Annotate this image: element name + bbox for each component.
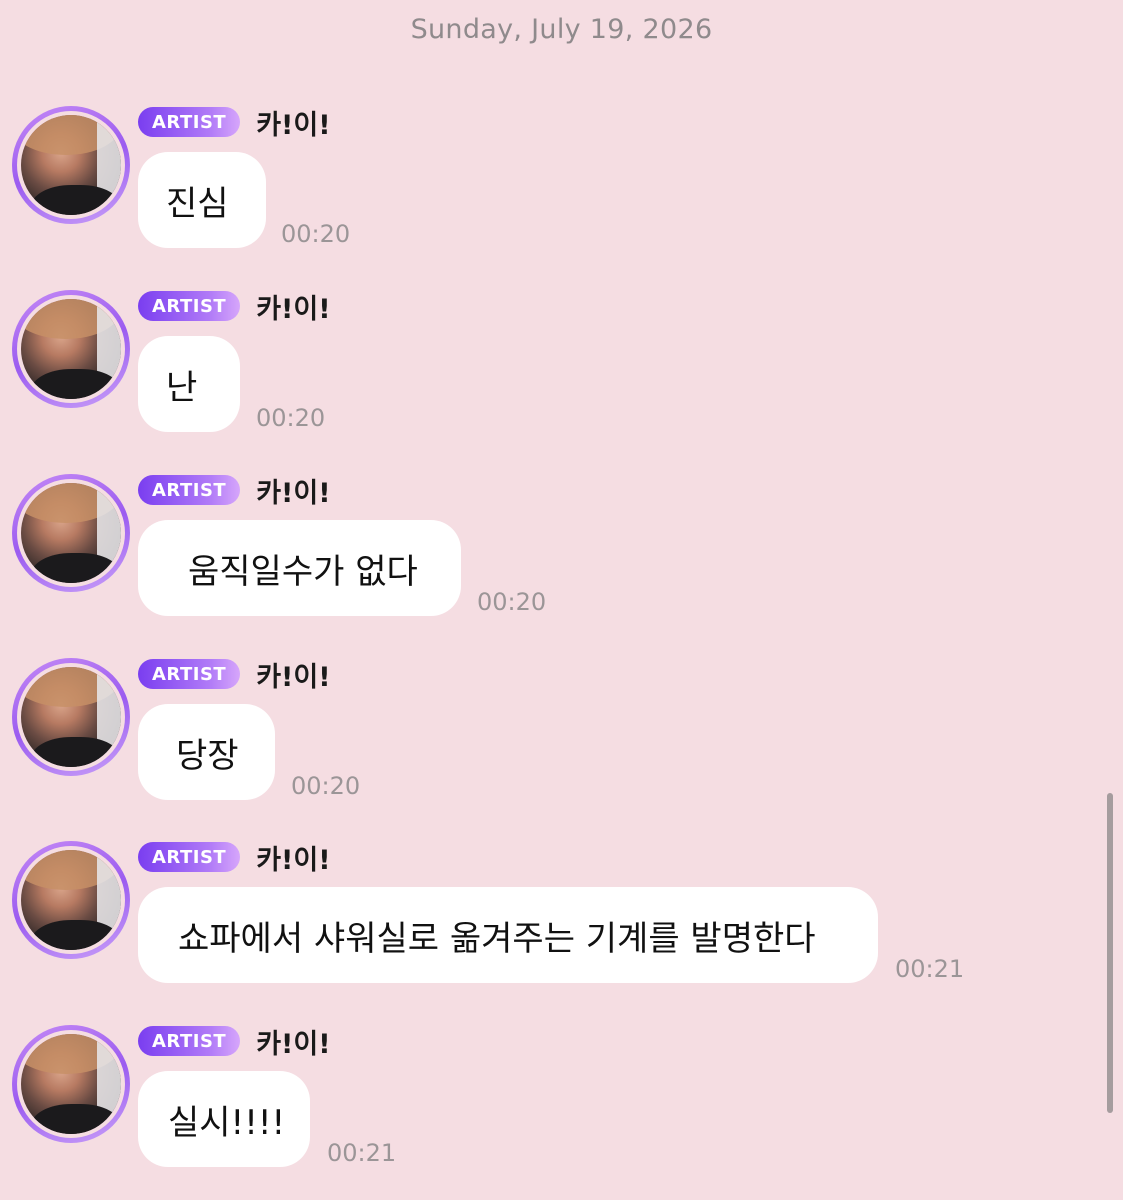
avatar-photo xyxy=(21,1034,121,1134)
avatar[interactable] xyxy=(12,290,130,408)
message-bubble[interactable]: 진심 xyxy=(138,152,266,248)
message-item: ARTIST 카!이! 움직일수가 없다 00:20 xyxy=(12,474,1092,644)
artist-badge: ARTIST xyxy=(138,107,241,137)
sender-name[interactable]: 카!이! xyxy=(256,838,330,877)
message-header: ARTIST 카!이! xyxy=(138,658,331,693)
sender-name[interactable]: 카!이! xyxy=(256,103,330,142)
sender-name[interactable]: 카!이! xyxy=(256,471,330,510)
artist-badge: ARTIST xyxy=(138,842,241,872)
message-bubble[interactable]: 난 xyxy=(138,336,240,432)
message-item: ARTIST 카!이! 당장 00:20 xyxy=(12,658,1092,828)
message-bubble[interactable]: 당장 xyxy=(138,704,275,800)
date-header: Sunday, July 19, 2026 xyxy=(410,14,713,45)
message-item: ARTIST 카!이! 진심 00:20 xyxy=(12,106,1092,276)
avatar[interactable] xyxy=(12,474,130,592)
artist-badge: ARTIST xyxy=(138,1026,241,1056)
avatar[interactable] xyxy=(12,1025,130,1143)
message-bubble[interactable]: 움직일수가 없다 xyxy=(138,520,461,616)
message-header: ARTIST 카!이! xyxy=(138,290,331,325)
avatar[interactable] xyxy=(12,106,130,224)
message-time: 00:20 xyxy=(281,220,351,248)
sender-name[interactable]: 카!이! xyxy=(256,655,330,694)
message-time: 00:20 xyxy=(477,588,547,616)
message-header: ARTIST 카!이! xyxy=(138,1025,331,1060)
avatar[interactable] xyxy=(12,658,130,776)
avatar-photo xyxy=(21,299,121,399)
artist-badge: ARTIST xyxy=(138,659,241,689)
artist-badge: ARTIST xyxy=(138,475,241,505)
message-header: ARTIST 카!이! xyxy=(138,106,331,141)
message-item: ARTIST 카!이! 난 00:20 xyxy=(12,290,1092,460)
avatar[interactable] xyxy=(12,841,130,959)
message-bubble[interactable]: 실시!!!! xyxy=(138,1071,310,1167)
avatar-photo xyxy=(21,483,121,583)
artist-badge: ARTIST xyxy=(138,291,241,321)
avatar-photo xyxy=(21,115,121,215)
sender-name[interactable]: 카!이! xyxy=(256,1022,330,1061)
message-bubble[interactable]: 쇼파에서 샤워실로 옮겨주는 기계를 발명한다 xyxy=(138,887,878,983)
avatar-photo xyxy=(21,667,121,767)
chat-screen: Sunday, July 19, 2026 ARTIST 카!이! 진심 00:… xyxy=(0,0,1123,1200)
message-header: ARTIST 카!이! xyxy=(138,474,331,509)
message-item: ARTIST 카!이! 쇼파에서 샤워실로 옮겨주는 기계를 발명한다 00:2… xyxy=(12,841,1092,1011)
sender-name[interactable]: 카!이! xyxy=(256,287,330,326)
message-time: 00:20 xyxy=(256,404,326,432)
message-time: 00:21 xyxy=(895,955,965,983)
message-header: ARTIST 카!이! xyxy=(138,841,331,876)
message-time: 00:21 xyxy=(327,1139,397,1167)
message-item: ARTIST 카!이! 실시!!!! 00:21 xyxy=(12,1025,1092,1195)
message-time: 00:20 xyxy=(291,772,361,800)
scrollbar[interactable] xyxy=(1107,793,1113,1113)
avatar-photo xyxy=(21,850,121,950)
